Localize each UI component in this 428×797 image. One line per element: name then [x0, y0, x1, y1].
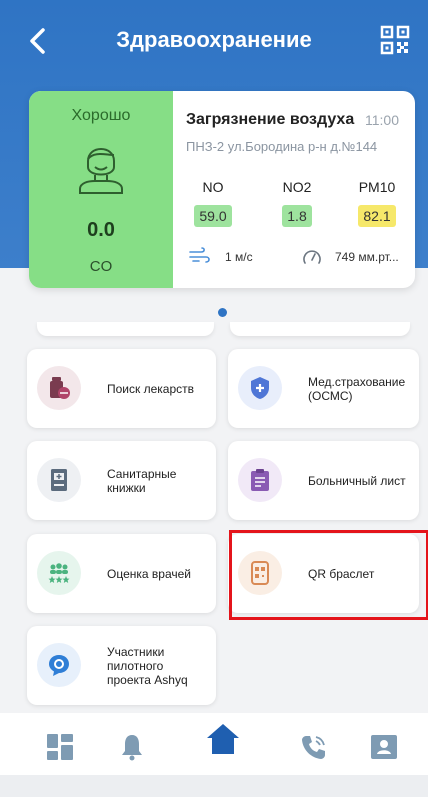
wind-speed: 1 м/с — [225, 250, 253, 264]
tile-label: Участники пилотного проекта Ashyq — [107, 644, 188, 687]
pollutant-value: 1.8 — [282, 205, 312, 227]
wind-icon — [189, 247, 210, 263]
partial-tile — [230, 322, 410, 336]
air-quality-title: Загрязнение воздуха — [186, 111, 355, 128]
tile-icon-bg — [238, 366, 282, 410]
partial-tile — [37, 322, 214, 336]
shield-cross-icon — [251, 377, 269, 399]
pollutant-value: 59.0 — [194, 205, 232, 227]
chat-icon — [49, 655, 69, 676]
tile-doctor-rating[interactable]: Оценка врачей — [27, 534, 216, 613]
book-icon — [51, 469, 67, 491]
tile-icon-bg — [37, 458, 81, 502]
bell-icon[interactable] — [118, 733, 146, 761]
pollutant-no: NO 59.0 — [185, 179, 241, 227]
page-title: Здравоохранение — [116, 27, 312, 52]
tile-ashyq-pilot[interactable]: Участники пилотного проекта Ashyq — [27, 626, 216, 705]
smiling-person-icon — [79, 148, 123, 194]
system-bar — [0, 775, 428, 797]
selection-highlight — [229, 530, 428, 620]
tile-label: Больничный лист — [308, 473, 406, 488]
tile-sanitary-books[interactable]: Санитарные книжки — [27, 441, 216, 520]
qr-code-icon[interactable] — [380, 25, 410, 55]
tile-sick-leave[interactable]: Больничный лист — [228, 441, 419, 520]
bottom-navigation — [0, 713, 428, 775]
tile-icon-bg — [37, 366, 81, 410]
pollutant-name: PM10 — [358, 179, 396, 195]
carousel-indicator[interactable] — [218, 308, 227, 317]
phone-icon[interactable] — [300, 733, 328, 761]
aqi-status: Хорошо — [71, 107, 131, 124]
aqi-value: 0.0 — [87, 219, 115, 241]
pollutant-value: 82.1 — [358, 205, 396, 227]
pollutant-name: NO — [202, 179, 224, 195]
pollutant-pm10: PM10 82.1 — [349, 179, 405, 227]
station-address: ПНЗ-2 ул.Бородина р-н д.№144 — [186, 139, 378, 154]
pollutant-no2: NO2 1.8 — [269, 179, 325, 227]
tile-icon-bg — [37, 643, 81, 687]
tile-medicine-search[interactable]: Поиск лекарств — [27, 349, 216, 428]
home-icon[interactable] — [206, 723, 240, 755]
pollutant-name: NO2 — [282, 179, 312, 195]
rating-icon — [48, 563, 70, 583]
air-quality-time: 11:00 — [365, 112, 399, 128]
tile-label: Поиск лекарств — [107, 381, 194, 396]
dashboard-icon[interactable] — [46, 733, 74, 761]
tile-label: Мед.страхование (ОСМС) — [308, 374, 406, 403]
tile-health-insurance[interactable]: Мед.страхование (ОСМС) — [228, 349, 419, 428]
aqi-unit: CO — [89, 258, 113, 275]
pressure-gauge-icon — [303, 250, 321, 264]
pressure-value: 749 мм.рт... — [335, 250, 399, 264]
medicine-icon — [50, 377, 70, 399]
aqi-panel: Хорошо 0.0 CO — [29, 91, 173, 288]
contact-card-icon[interactable] — [370, 733, 398, 761]
tile-icon-bg — [238, 458, 282, 502]
tile-label: Санитарные книжки — [107, 466, 177, 495]
tile-icon-bg — [37, 551, 81, 595]
top-bar: Здравоохранение — [0, 0, 428, 80]
tile-label: Оценка врачей — [107, 566, 191, 581]
clipboard-icon — [251, 469, 269, 491]
air-quality-card[interactable]: Хорошо 0.0 CO Загрязнение воздуха 11:00 … — [29, 91, 415, 288]
